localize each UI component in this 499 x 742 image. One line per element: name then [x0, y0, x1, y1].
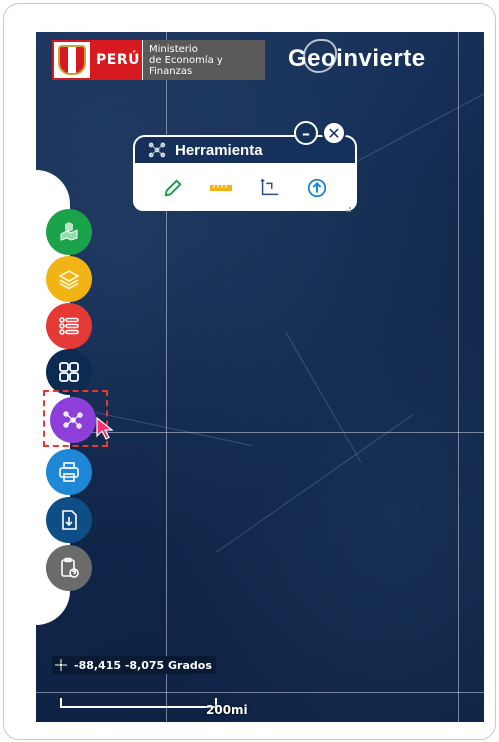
scale-label: 200mi: [206, 703, 248, 717]
coordinates-readout: -88,415 -8,075 Grados: [52, 656, 216, 674]
list-icon: [59, 317, 79, 335]
tools-panel-body: [133, 165, 357, 211]
layers-button[interactable]: [46, 256, 92, 302]
resize-grip-icon[interactable]: [342, 203, 352, 213]
print-button[interactable]: [46, 449, 92, 495]
tools-panel-title: Herramienta: [175, 141, 263, 159]
stack-layers-icon: [58, 270, 80, 290]
pointer-cursor-icon: [96, 416, 114, 440]
crosshair-icon: [55, 659, 67, 671]
ministry-line2: de Economía y Finanzas: [149, 55, 223, 77]
country-label: PERÚ: [96, 52, 140, 68]
scale-bar: [60, 698, 217, 708]
printer-icon: [59, 462, 79, 482]
download-doc-icon: [62, 510, 77, 530]
ministry-line1: Ministerio: [149, 44, 198, 55]
brand-logo: Geoinvierte: [288, 39, 426, 73]
axis-icon: [260, 178, 279, 196]
coordinates-text: -88,415 -8,075 Grados: [74, 658, 212, 672]
tools-network-icon: [148, 142, 166, 158]
layers-map-button[interactable]: [46, 209, 92, 255]
upload-icon: [307, 178, 327, 198]
grid-icon: [59, 362, 79, 382]
coat-of-arms-icon: [54, 42, 90, 78]
draw-tool[interactable]: [160, 175, 186, 201]
clipboard-help-icon: [61, 557, 79, 578]
peru-badge: PERÚ: [52, 40, 142, 80]
basemap-grid-button[interactable]: [46, 349, 92, 395]
header-logo-bar: PERÚ Ministerio de Economía y Finanzas: [52, 40, 265, 80]
ministry-label: Ministerio de Economía y Finanzas: [142, 40, 265, 80]
map-hand-icon: [60, 222, 78, 241]
ruler-icon: [210, 185, 232, 191]
graticule-line: [36, 692, 484, 693]
minimize-button[interactable]: –: [294, 121, 318, 145]
measure-tool[interactable]: [208, 175, 234, 201]
pencil-icon: [164, 179, 182, 197]
coordinates-tool[interactable]: [256, 175, 282, 201]
help-button[interactable]: [46, 545, 92, 591]
tools-panel: Herramienta: [133, 135, 357, 211]
upload-tool[interactable]: [304, 175, 330, 201]
download-button[interactable]: [46, 497, 92, 543]
legend-list-button[interactable]: [46, 303, 92, 349]
graticule-line: [458, 32, 459, 722]
close-button[interactable]: ✕: [322, 121, 346, 145]
